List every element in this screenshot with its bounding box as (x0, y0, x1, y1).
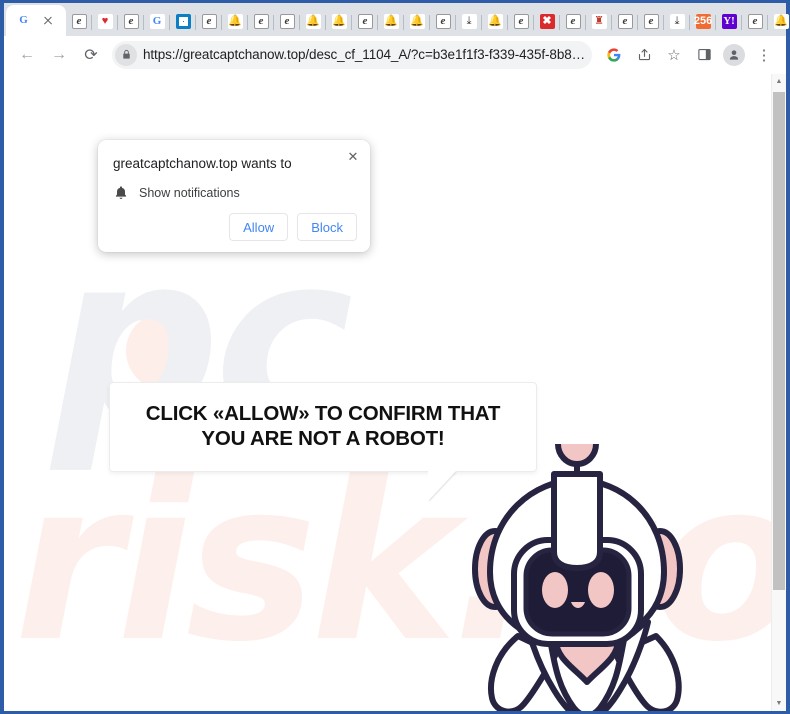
browser-tab[interactable]: e (638, 7, 664, 36)
browser-tab[interactable]: e (560, 7, 586, 36)
share-icon[interactable] (630, 41, 658, 69)
scrollbar-thumb[interactable] (773, 92, 785, 590)
browser-tab[interactable]: ♜ (586, 7, 612, 36)
permission-label: Show notifications (139, 186, 240, 200)
browser-tab[interactable]: e (612, 7, 638, 36)
browser-window: Ge♥eGe🔔ee🔔🔔e🔔🔔e⤓🔔e✖e♜ee⤓256Y!e🔔eeeeeee25… (0, 0, 790, 714)
browser-tab[interactable]: e (430, 7, 456, 36)
browser-tab[interactable]: e (196, 7, 222, 36)
notification-permission-dialog: ✕ greatcaptchanow.top wants to Show noti… (98, 140, 370, 252)
ie-icon: e (201, 14, 217, 29)
side-panel-icon[interactable] (690, 41, 718, 69)
browser-toolbar: ← → ⟳ https://greatcaptchanow.top/desc_c… (4, 36, 786, 74)
ie-icon: e (71, 14, 87, 29)
browser-tab[interactable]: 🔔 (222, 7, 248, 36)
browser-tab[interactable]: Y! (716, 7, 742, 36)
google-icon: G (16, 13, 31, 28)
dialog-close-icon[interactable]: ✕ (344, 148, 362, 166)
browser-tab[interactable]: e (508, 7, 534, 36)
permission-row: Show notifications (113, 185, 240, 201)
google-search-icon[interactable] (600, 41, 628, 69)
bell-icon: 🔔 (331, 14, 347, 29)
browser-tab[interactable]: ⤓ (456, 7, 482, 36)
browser-tab[interactable] (170, 7, 196, 36)
page-viewport: pc risk.com CLICK «ALLOW» TO CONFIRM THA… (4, 74, 786, 711)
ie-icon: e (279, 14, 295, 29)
tab-close-icon[interactable] (40, 13, 56, 29)
tabs-container: Ge♥eGe🔔ee🔔🔔e🔔🔔e⤓🔔e✖e♜ee⤓256Y!e🔔eeeeeee25… (6, 3, 790, 36)
url-text: https://greatcaptchanow.top/desc_cf_1104… (143, 47, 588, 62)
dialog-actions: Allow Block (229, 213, 357, 241)
bookmark-star-icon[interactable]: ☆ (660, 41, 688, 69)
bell-icon: 🔔 (383, 14, 399, 29)
reload-icon[interactable]: ⟳ (76, 40, 106, 70)
ie-icon: e (617, 14, 633, 29)
orange-256-icon: 256 (693, 14, 713, 29)
lock-icon (115, 43, 137, 66)
bell-icon: 🔔 (409, 14, 425, 29)
bell-icon: 🔔 (487, 14, 503, 29)
browser-tab[interactable]: 🔔 (326, 7, 352, 36)
browser-tab[interactable]: e (248, 7, 274, 36)
dialog-title: greatcaptchanow.top wants to (113, 156, 292, 171)
ie-icon: e (357, 14, 373, 29)
google-icon: G (149, 14, 165, 29)
ie-icon: e (253, 14, 269, 29)
browser-menu-icon[interactable]: ⋮ (750, 41, 778, 69)
windows-icon (175, 14, 191, 29)
browser-tab[interactable]: G (144, 7, 170, 36)
browser-tab[interactable]: 256 (690, 7, 716, 36)
browser-tab[interactable]: e (66, 7, 92, 36)
browser-tab[interactable]: 🔔 (482, 7, 508, 36)
ie-icon: e (565, 14, 581, 29)
avatar (723, 43, 745, 66)
page-scrollbar[interactable]: ▲ ▼ (771, 74, 786, 711)
scroll-up-icon[interactable]: ▲ (772, 74, 786, 89)
speech-bubble-tail (428, 471, 456, 501)
ie-icon: e (435, 14, 451, 29)
browser-tab[interactable]: e (742, 7, 768, 36)
back-icon[interactable]: ← (12, 40, 42, 70)
bell-icon: 🔔 (305, 14, 321, 29)
scroll-down-icon[interactable]: ▼ (772, 696, 786, 711)
bell-icon: 🔔 (227, 14, 243, 29)
robot-mascot (470, 444, 685, 711)
tab-strip: Ge♥eGe🔔ee🔔🔔e🔔🔔e⤓🔔e✖e♜ee⤓256Y!e🔔eeeeeee25… (4, 3, 789, 36)
browser-tab[interactable]: e (118, 7, 144, 36)
allow-button[interactable]: Allow (229, 213, 289, 241)
scrollbar-track[interactable] (772, 89, 786, 696)
bell-icon: 🔔 (773, 14, 789, 29)
heart-icon: ♥ (97, 14, 113, 29)
bell-icon (113, 185, 129, 201)
browser-tab[interactable]: e (274, 7, 300, 36)
browser-tab-active[interactable]: G (6, 5, 66, 36)
browser-tab[interactable]: ⤓ (664, 7, 690, 36)
download-icon: ⤓ (461, 14, 477, 29)
browser-tab[interactable]: 🔔 (404, 7, 430, 36)
browser-tab[interactable]: ♥ (92, 7, 118, 36)
address-bar[interactable]: https://greatcaptchanow.top/desc_cf_1104… (112, 40, 592, 69)
cup-icon: ♜ (591, 14, 607, 29)
browser-tab[interactable]: e (352, 7, 378, 36)
yahoo-icon: Y! (721, 14, 737, 29)
block-button[interactable]: Block (297, 213, 357, 241)
forward-icon[interactable]: → (44, 40, 74, 70)
profile-avatar[interactable] (720, 41, 748, 69)
ie-icon: e (123, 14, 139, 29)
browser-tab[interactable]: 🔔 (300, 7, 326, 36)
ie-icon: e (513, 14, 529, 29)
ie-icon: e (643, 14, 659, 29)
ie-icon: e (747, 14, 763, 29)
red-x-icon: ✖ (539, 14, 555, 29)
browser-tab[interactable]: ✖ (534, 7, 560, 36)
browser-tab[interactable]: 🔔 (378, 7, 404, 36)
browser-tab[interactable]: 🔔 (768, 7, 790, 36)
download-icon: ⤓ (669, 14, 685, 29)
